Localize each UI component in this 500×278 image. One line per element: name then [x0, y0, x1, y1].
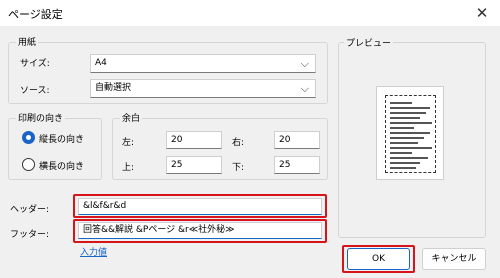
preview-page	[376, 86, 444, 180]
ok-button[interactable]: OK	[347, 248, 410, 270]
margin-bottom-input[interactable]: 25	[274, 156, 320, 174]
chevron-down-icon: ⌵	[300, 57, 309, 70]
header-label: ヘッダー:	[10, 205, 50, 215]
footer-input[interactable]: 回答&&解説 &Pページ &r≪社外秘≫	[78, 222, 322, 239]
margins-group-label: 余白	[120, 111, 143, 124]
paper-source-select[interactable]: 自動選択 ⌵	[90, 79, 316, 98]
chevron-down-icon: ⌵	[300, 82, 309, 95]
cancel-button[interactable]: キャンセル	[422, 248, 486, 270]
portrait-label[interactable]: 縦長の向き	[39, 132, 84, 145]
title-bar: ページ設定 ✕	[0, 0, 500, 26]
margin-top-input[interactable]: 25	[166, 156, 222, 174]
landscape-label[interactable]: 横長の向き	[39, 159, 84, 172]
paper-group-label: 用紙	[16, 35, 39, 48]
paper-size-value: A4	[95, 58, 107, 68]
margin-left-label: 左:	[122, 138, 135, 148]
margin-left-input[interactable]: 20	[166, 131, 222, 149]
size-label: サイズ:	[20, 59, 50, 69]
close-icon[interactable]: ✕	[470, 2, 494, 24]
source-label: ソース:	[20, 86, 50, 96]
footer-label: フッター:	[10, 230, 50, 240]
dialog-title: ページ設定	[8, 8, 63, 21]
paper-size-select[interactable]: A4 ⌵	[90, 54, 316, 73]
margin-top-label: 上:	[122, 163, 135, 173]
landscape-radio[interactable]	[22, 158, 35, 171]
margin-right-label: 右:	[232, 138, 245, 148]
margin-right-input[interactable]: 20	[274, 131, 320, 149]
portrait-radio[interactable]	[22, 131, 35, 144]
input-values-link[interactable]: 入力値	[80, 245, 107, 258]
orientation-group-label: 印刷の向き	[16, 111, 66, 124]
preview-margin-frame	[385, 95, 436, 173]
preview-label: プレビュー	[344, 36, 394, 49]
header-input[interactable]: &l&f&r&d	[78, 198, 322, 215]
margin-bottom-label: 下:	[232, 163, 245, 173]
paper-source-value: 自動選択	[95, 83, 132, 93]
